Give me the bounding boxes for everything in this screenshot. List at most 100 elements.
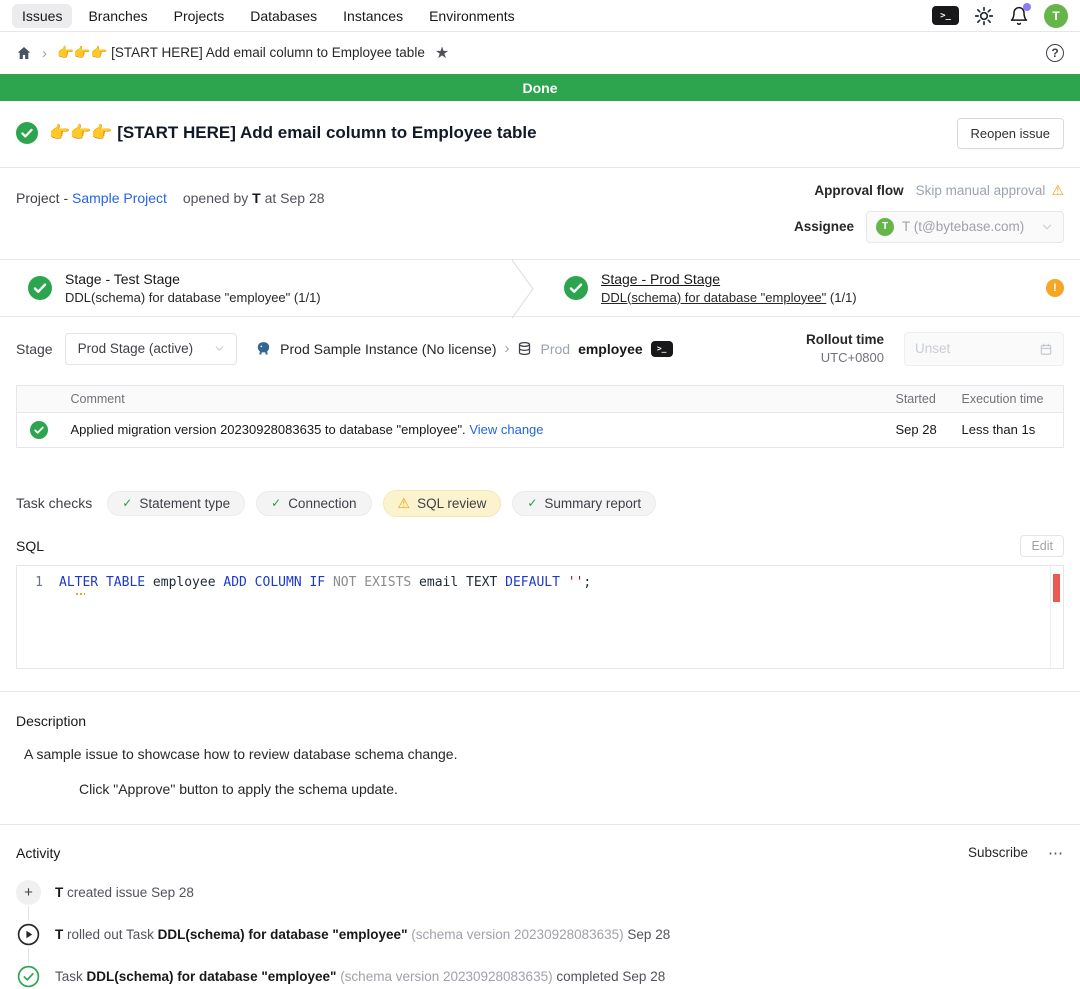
warning-triangle-icon: ⚠	[398, 495, 411, 512]
sql-token: DEFAULT	[505, 575, 560, 590]
attention-badge-icon: !	[1046, 279, 1064, 297]
sql-token: ''	[560, 575, 583, 590]
stage-toolbar: Stage Prod Stage (active) Prod Sample In…	[0, 317, 1080, 381]
chevron-down-icon	[1040, 220, 1054, 234]
activity-prefix: Task	[55, 969, 83, 984]
activity-action: completed	[556, 969, 618, 984]
assignee-avatar: T	[876, 218, 894, 236]
stage-card-prod[interactable]: Stage - Prod Stage DDL(schema) for datab…	[536, 260, 1046, 316]
subscribe-button[interactable]: Subscribe	[968, 845, 1028, 860]
tab-environments[interactable]: Environments	[419, 4, 525, 28]
help-icon[interactable]: ?	[1046, 44, 1064, 62]
gear-icon[interactable]	[974, 6, 994, 26]
stage-title: Stage - Prod Stage	[601, 271, 857, 287]
nav-actions: >_ T	[932, 4, 1068, 28]
sql-token: ;	[583, 575, 591, 590]
stage-select[interactable]: Prod Stage (active)	[65, 333, 238, 365]
edit-sql-button[interactable]: Edit	[1020, 535, 1064, 557]
tab-instances[interactable]: Instances	[333, 4, 413, 28]
bell-icon[interactable]	[1009, 6, 1029, 26]
database-link[interactable]: employee	[578, 341, 643, 357]
timeline-connector	[28, 948, 29, 963]
stage-task-count: (1/1)	[294, 290, 321, 305]
check-pill-statement-type[interactable]: ✓ Statement type	[107, 491, 245, 516]
reopen-issue-button[interactable]: Reopen issue	[957, 118, 1065, 149]
activity-user: T	[55, 927, 63, 942]
table-header-row: Comment Started Execution time	[17, 385, 1064, 412]
stage-card-prod-text: Stage - Prod Stage DDL(schema) for datab…	[601, 271, 857, 305]
sql-editor-terminal-icon[interactable]: >_	[932, 6, 959, 25]
stage-task-name[interactable]: DDL(schema) for database "employee"	[601, 290, 826, 305]
activity-target: DDL(schema) for database "employee"	[158, 927, 408, 942]
breadcrumb-issue-title[interactable]: 👉👉👉 [START HERE] Add email column to Emp…	[57, 45, 425, 61]
environment-name: Prod	[540, 341, 570, 357]
activity-detail: (schema version 20230928083635)	[411, 927, 623, 942]
more-menu-icon[interactable]: ⋯	[1048, 844, 1064, 862]
tab-branches[interactable]: Branches	[78, 4, 157, 28]
stage-card-test-text: Stage - Test Stage DDL(schema) for datab…	[65, 271, 321, 305]
check-pill-sql-review[interactable]: ⚠ SQL review	[383, 490, 502, 517]
assignee-row: Assignee T T (t@bytebase.com)	[794, 211, 1064, 243]
stage-task: DDL(schema) for database "employee" (1/1…	[65, 290, 321, 305]
description-line: Click "Approve" button to apply the sche…	[79, 781, 1064, 797]
tab-projects[interactable]: Projects	[164, 4, 235, 28]
stage-pipeline: Stage - Test Stage DDL(schema) for datab…	[0, 259, 1080, 317]
stage-card-test[interactable]: Stage - Test Stage DDL(schema) for datab…	[0, 260, 510, 316]
chevron-down-icon	[213, 342, 226, 355]
stage-task-count: (1/1)	[830, 290, 857, 305]
check-pill-connection[interactable]: ✓ Connection	[256, 491, 371, 516]
check-circle-icon	[28, 276, 52, 300]
tab-databases[interactable]: Databases	[240, 4, 327, 28]
project-link[interactable]: Sample Project	[72, 190, 167, 206]
issue-title-row: 👉👉👉 [START HERE] Add email column to Emp…	[0, 101, 1080, 168]
sql-editor[interactable]: 1ALTER TABLE employee ADD COLUMN IF NOT …	[16, 565, 1064, 669]
check-circle-icon	[16, 122, 38, 144]
stage-separator	[510, 260, 536, 318]
rollout-time-label: Rollout time	[806, 331, 884, 349]
activity-text: Task DDL(schema) for database "employee"…	[55, 969, 665, 984]
sql-token: ALTER TABLE	[59, 575, 145, 590]
assignee-label: Assignee	[794, 219, 854, 234]
check-pill-label: Statement type	[139, 496, 230, 511]
star-icon[interactable]: ★	[435, 43, 449, 63]
view-change-link[interactable]: View change	[469, 422, 543, 437]
opened-by-user: T	[252, 190, 261, 206]
assignee-select[interactable]: T T (t@bytebase.com)	[866, 211, 1064, 243]
instance-link[interactable]: Prod Sample Instance (No license)	[280, 341, 496, 357]
warning-triangle-icon: ⚠	[1051, 182, 1064, 199]
activity-item-rollout: T rolled out Task DDL(schema) for databa…	[16, 922, 1064, 947]
description-line: A sample issue to showcase how to review…	[24, 746, 1064, 762]
activity-date: Sep 28	[627, 927, 670, 942]
description-section: Description A sample issue to showcase h…	[0, 692, 1080, 797]
open-sql-editor-icon[interactable]: >_	[651, 341, 673, 357]
check-circle-outline-icon	[16, 964, 41, 989]
sql-header: SQL Edit	[16, 535, 1064, 557]
rollout-time-value: Unset	[915, 341, 950, 356]
check-pill-label: Summary report	[544, 496, 641, 511]
sql-warning-squiggle	[76, 593, 85, 595]
database-icon	[517, 341, 532, 356]
execution-time-value: Less than 1s	[952, 412, 1064, 447]
activity-text: T rolled out Task DDL(schema) for databa…	[55, 927, 670, 942]
task-checks: Task checks ✓ Statement type ✓ Connectio…	[16, 490, 1064, 517]
project-label: Project -	[16, 190, 68, 206]
ruler-warning-marker	[1053, 574, 1060, 602]
sql-token: employee	[145, 575, 223, 590]
rollout-time-input[interactable]: Unset	[904, 332, 1064, 366]
activity-text: T created issue Sep 28	[55, 885, 194, 900]
stage-task-name: DDL(schema) for database "employee"	[65, 290, 290, 305]
nav-tabs: Issues Branches Projects Databases Insta…	[12, 4, 525, 28]
check-pill-summary-report[interactable]: ✓ Summary report	[512, 491, 656, 516]
plus-icon: +	[16, 880, 41, 905]
line-number: 1	[17, 575, 59, 590]
sql-code-line: 1ALTER TABLE employee ADD COLUMN IF NOT …	[17, 566, 1063, 590]
tab-issues[interactable]: Issues	[12, 4, 72, 28]
sql-token: NOT EXISTS	[325, 575, 419, 590]
avatar[interactable]: T	[1044, 4, 1068, 28]
activity-header: Activity Subscribe ⋯	[16, 844, 1064, 862]
home-icon[interactable]	[16, 45, 32, 61]
editor-overview-ruler[interactable]	[1050, 566, 1063, 668]
assignee-value: T (t@bytebase.com)	[902, 219, 1032, 234]
breadcrumb-row: › 👉👉👉 [START HERE] Add email column to E…	[0, 32, 1080, 74]
activity-target: DDL(schema) for database "employee"	[87, 969, 337, 984]
